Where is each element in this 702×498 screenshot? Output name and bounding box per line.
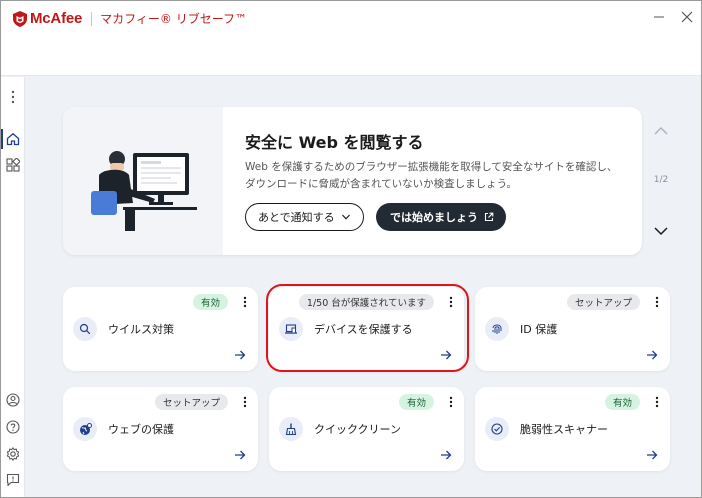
card-more-button[interactable] <box>238 394 252 410</box>
arrow-right-icon <box>441 450 452 460</box>
card-open-button[interactable] <box>232 347 248 363</box>
laptop-icon <box>285 324 297 334</box>
sidebar <box>1 77 25 497</box>
account-icon <box>5 393 20 407</box>
arrow-right-icon <box>235 450 246 460</box>
card-more-button[interactable] <box>238 294 252 310</box>
card-vulnerability-scanner[interactable]: 有効 脆弱性スキャナー <box>475 387 670 471</box>
logo-divider <box>91 11 93 26</box>
sidebar-item-account[interactable] <box>1 388 24 412</box>
card-open-button[interactable] <box>644 347 660 363</box>
card-icon <box>73 417 97 441</box>
card-icon <box>485 317 509 341</box>
next-banner-button[interactable] <box>651 223 671 239</box>
card-label: 脆弱性スキャナー <box>520 423 608 436</box>
mcafee-shield-icon <box>13 10 27 27</box>
card-web-protection[interactable]: セットアップ ウェブの保護 <box>63 387 258 471</box>
more-vertical-icon <box>655 396 659 408</box>
banner-title: 安全に Web を閲覧する <box>245 133 424 152</box>
fingerprint-icon <box>492 324 502 334</box>
minimize-button[interactable] <box>649 7 669 27</box>
card-more-button[interactable] <box>650 294 664 310</box>
banner-illustration <box>63 107 223 255</box>
status-badge: 有効 <box>398 394 434 410</box>
broom-icon <box>285 423 297 435</box>
card-quick-clean[interactable]: 有効 クイッククリーン <box>269 387 464 471</box>
card-more-button[interactable] <box>444 294 458 310</box>
more-vertical-icon <box>655 296 659 308</box>
chevron-down-icon <box>341 214 350 220</box>
sidebar-menu-button[interactable] <box>1 85 24 109</box>
remind-later-label: あとで通知する <box>258 211 335 224</box>
help-icon <box>5 420 20 434</box>
card-device-protection[interactable]: 1/50 台が保護されています デバイスを保護する <box>269 287 464 371</box>
close-button[interactable] <box>677 7 697 27</box>
status-badge: 有効 <box>192 294 228 310</box>
card-label: デバイスを保護する <box>314 323 413 336</box>
feedback-icon <box>6 473 19 487</box>
card-label: ウェブの保護 <box>108 423 174 436</box>
card-label: ウイルス対策 <box>108 323 174 336</box>
chevron-down-icon <box>654 227 668 236</box>
card-icon <box>279 417 303 441</box>
external-link-icon <box>484 212 494 222</box>
card-label: クイッククリーン <box>314 423 402 436</box>
banner-page-indicator: 1/2 <box>653 175 669 185</box>
search-icon <box>79 323 91 335</box>
get-started-label: では始めましょう <box>390 211 478 224</box>
card-icon <box>279 317 303 341</box>
sidebar-item-help[interactable] <box>1 415 24 439</box>
card-open-button[interactable] <box>644 447 660 463</box>
more-vertical-icon <box>243 296 247 308</box>
sidebar-item-settings[interactable] <box>1 442 24 466</box>
card-open-button[interactable] <box>438 347 454 363</box>
more-vertical-icon <box>243 396 247 408</box>
card-more-button[interactable] <box>444 394 458 410</box>
settings-icon <box>6 447 19 461</box>
check-circle-icon <box>491 423 503 435</box>
minimize-icon <box>654 16 664 18</box>
app-window: McAfee マカフィー® リブセーフ™ 安全に Web を閲覧する Web を… <box>0 0 702 498</box>
card-antivirus[interactable]: 有効 ウイルス対策 <box>63 287 258 371</box>
more-vertical-icon <box>11 90 14 104</box>
get-started-button[interactable]: では始めましょう <box>376 203 506 231</box>
person-at-computer-illustration <box>91 151 197 231</box>
card-open-button[interactable] <box>232 447 248 463</box>
apps-grid-icon <box>5 158 20 172</box>
chevron-up-icon <box>654 126 668 135</box>
banner-description: Web を保護するためのブラウザー拡張機能を取得して安全なサイトを確認し、ダウン… <box>245 161 618 190</box>
status-badge: 有効 <box>604 394 640 410</box>
product-name: マカフィー® リブセーフ™ <box>100 12 248 26</box>
sidebar-item-apps[interactable] <box>1 153 24 177</box>
arrow-right-icon <box>647 350 658 360</box>
sidebar-item-home[interactable] <box>1 127 24 151</box>
card-id-protection[interactable]: セットアップ ID 保護 <box>475 287 670 371</box>
globe-icon <box>79 422 92 435</box>
close-icon <box>681 11 693 23</box>
status-badge: セットアップ <box>154 394 228 410</box>
card-icon <box>73 317 97 341</box>
status-badge: セットアップ <box>566 294 640 310</box>
arrow-right-icon <box>441 350 452 360</box>
app-logo: McAfee マカフィー® リブセーフ™ <box>13 10 247 27</box>
promo-banner: 安全に Web を閲覧する Web を保護するためのブラウザー拡張機能を取得して… <box>63 107 642 255</box>
card-more-button[interactable] <box>650 394 664 410</box>
more-vertical-icon <box>449 396 453 408</box>
card-icon <box>485 417 509 441</box>
home-icon <box>6 133 19 146</box>
remind-later-button[interactable]: あとで通知する <box>245 203 364 231</box>
previous-banner-button[interactable] <box>651 123 671 139</box>
card-label: ID 保護 <box>520 323 558 336</box>
status-badge: 1/50 台が保護されています <box>298 294 434 310</box>
title-bar: McAfee マカフィー® リブセーフ™ <box>1 1 701 76</box>
card-open-button[interactable] <box>438 447 454 463</box>
arrow-right-icon <box>235 350 246 360</box>
more-vertical-icon <box>449 296 453 308</box>
sidebar-item-feedback[interactable] <box>1 468 24 492</box>
arrow-right-icon <box>647 450 658 460</box>
brand-name: McAfee <box>30 10 83 27</box>
